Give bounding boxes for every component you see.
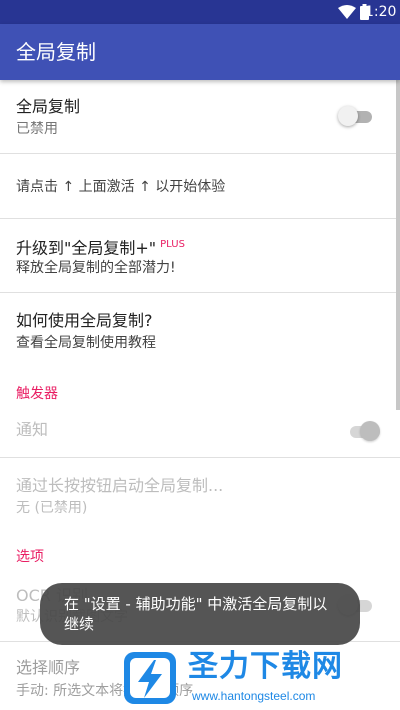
- plus-badge: PLUS: [160, 239, 185, 250]
- switch-thumb: [360, 421, 380, 441]
- enable-switch[interactable]: [338, 105, 374, 127]
- scrollbar[interactable]: [396, 80, 400, 410]
- longpress-title: 通过长按按钮启动全局复制...: [16, 476, 224, 495]
- toast-message: 在 "设置 - 辅助功能" 中激活全局复制以继续: [40, 583, 360, 645]
- upgrade-subtitle: 释放全局复制的全部潜力!: [16, 260, 176, 276]
- notification-switch[interactable]: [346, 420, 382, 442]
- section-header-options: 选项: [16, 549, 44, 565]
- order-title: 选择顺序: [16, 658, 81, 677]
- watermark-url: www.hantongsteel.com: [192, 689, 316, 703]
- upgrade-title: 升级到"全局复制+" PLUS: [16, 235, 185, 258]
- howto-row[interactable]: 如何使用全局复制? 查看全局复制使用教程: [0, 293, 400, 368]
- app-bar: 全局复制: [0, 24, 400, 80]
- watermark-title: 圣力下载网: [188, 649, 343, 684]
- section-header-trigger: 触发器: [16, 386, 58, 402]
- enable-subtitle: 已禁用: [16, 121, 58, 137]
- longpress-subtitle: 无 (已禁用): [16, 500, 88, 516]
- enable-row[interactable]: 全局复制 已禁用: [0, 80, 400, 154]
- hint-text: 请点击 ↑ 上面激活 ↑ 以开始体验: [16, 179, 226, 195]
- notification-title: 通知: [16, 420, 49, 439]
- enable-title: 全局复制: [16, 97, 81, 116]
- watermark-logo-icon: [124, 652, 176, 704]
- longpress-row[interactable]: 通过长按按钮启动全局复制... 无 (已禁用): [0, 458, 400, 531]
- notification-row[interactable]: 通知: [0, 405, 400, 458]
- hint-row: 请点击 ↑ 上面激活 ↑ 以开始体验: [0, 154, 400, 219]
- wifi-icon: [338, 5, 356, 19]
- howto-title: 如何使用全局复制?: [16, 311, 153, 330]
- howto-subtitle: 查看全局复制使用教程: [16, 335, 156, 351]
- watermark: 圣力下载网 www.hantongsteel.com: [116, 648, 396, 710]
- upgrade-title-text: 升级到"全局复制+": [16, 238, 157, 258]
- upgrade-row[interactable]: 升级到"全局复制+" PLUS 释放全局复制的全部潜力!: [0, 219, 400, 293]
- status-time: 1:20: [365, 4, 397, 20]
- status-bar: 1:20: [0, 0, 400, 24]
- switch-thumb: [338, 106, 358, 126]
- app-title: 全局复制: [16, 40, 96, 64]
